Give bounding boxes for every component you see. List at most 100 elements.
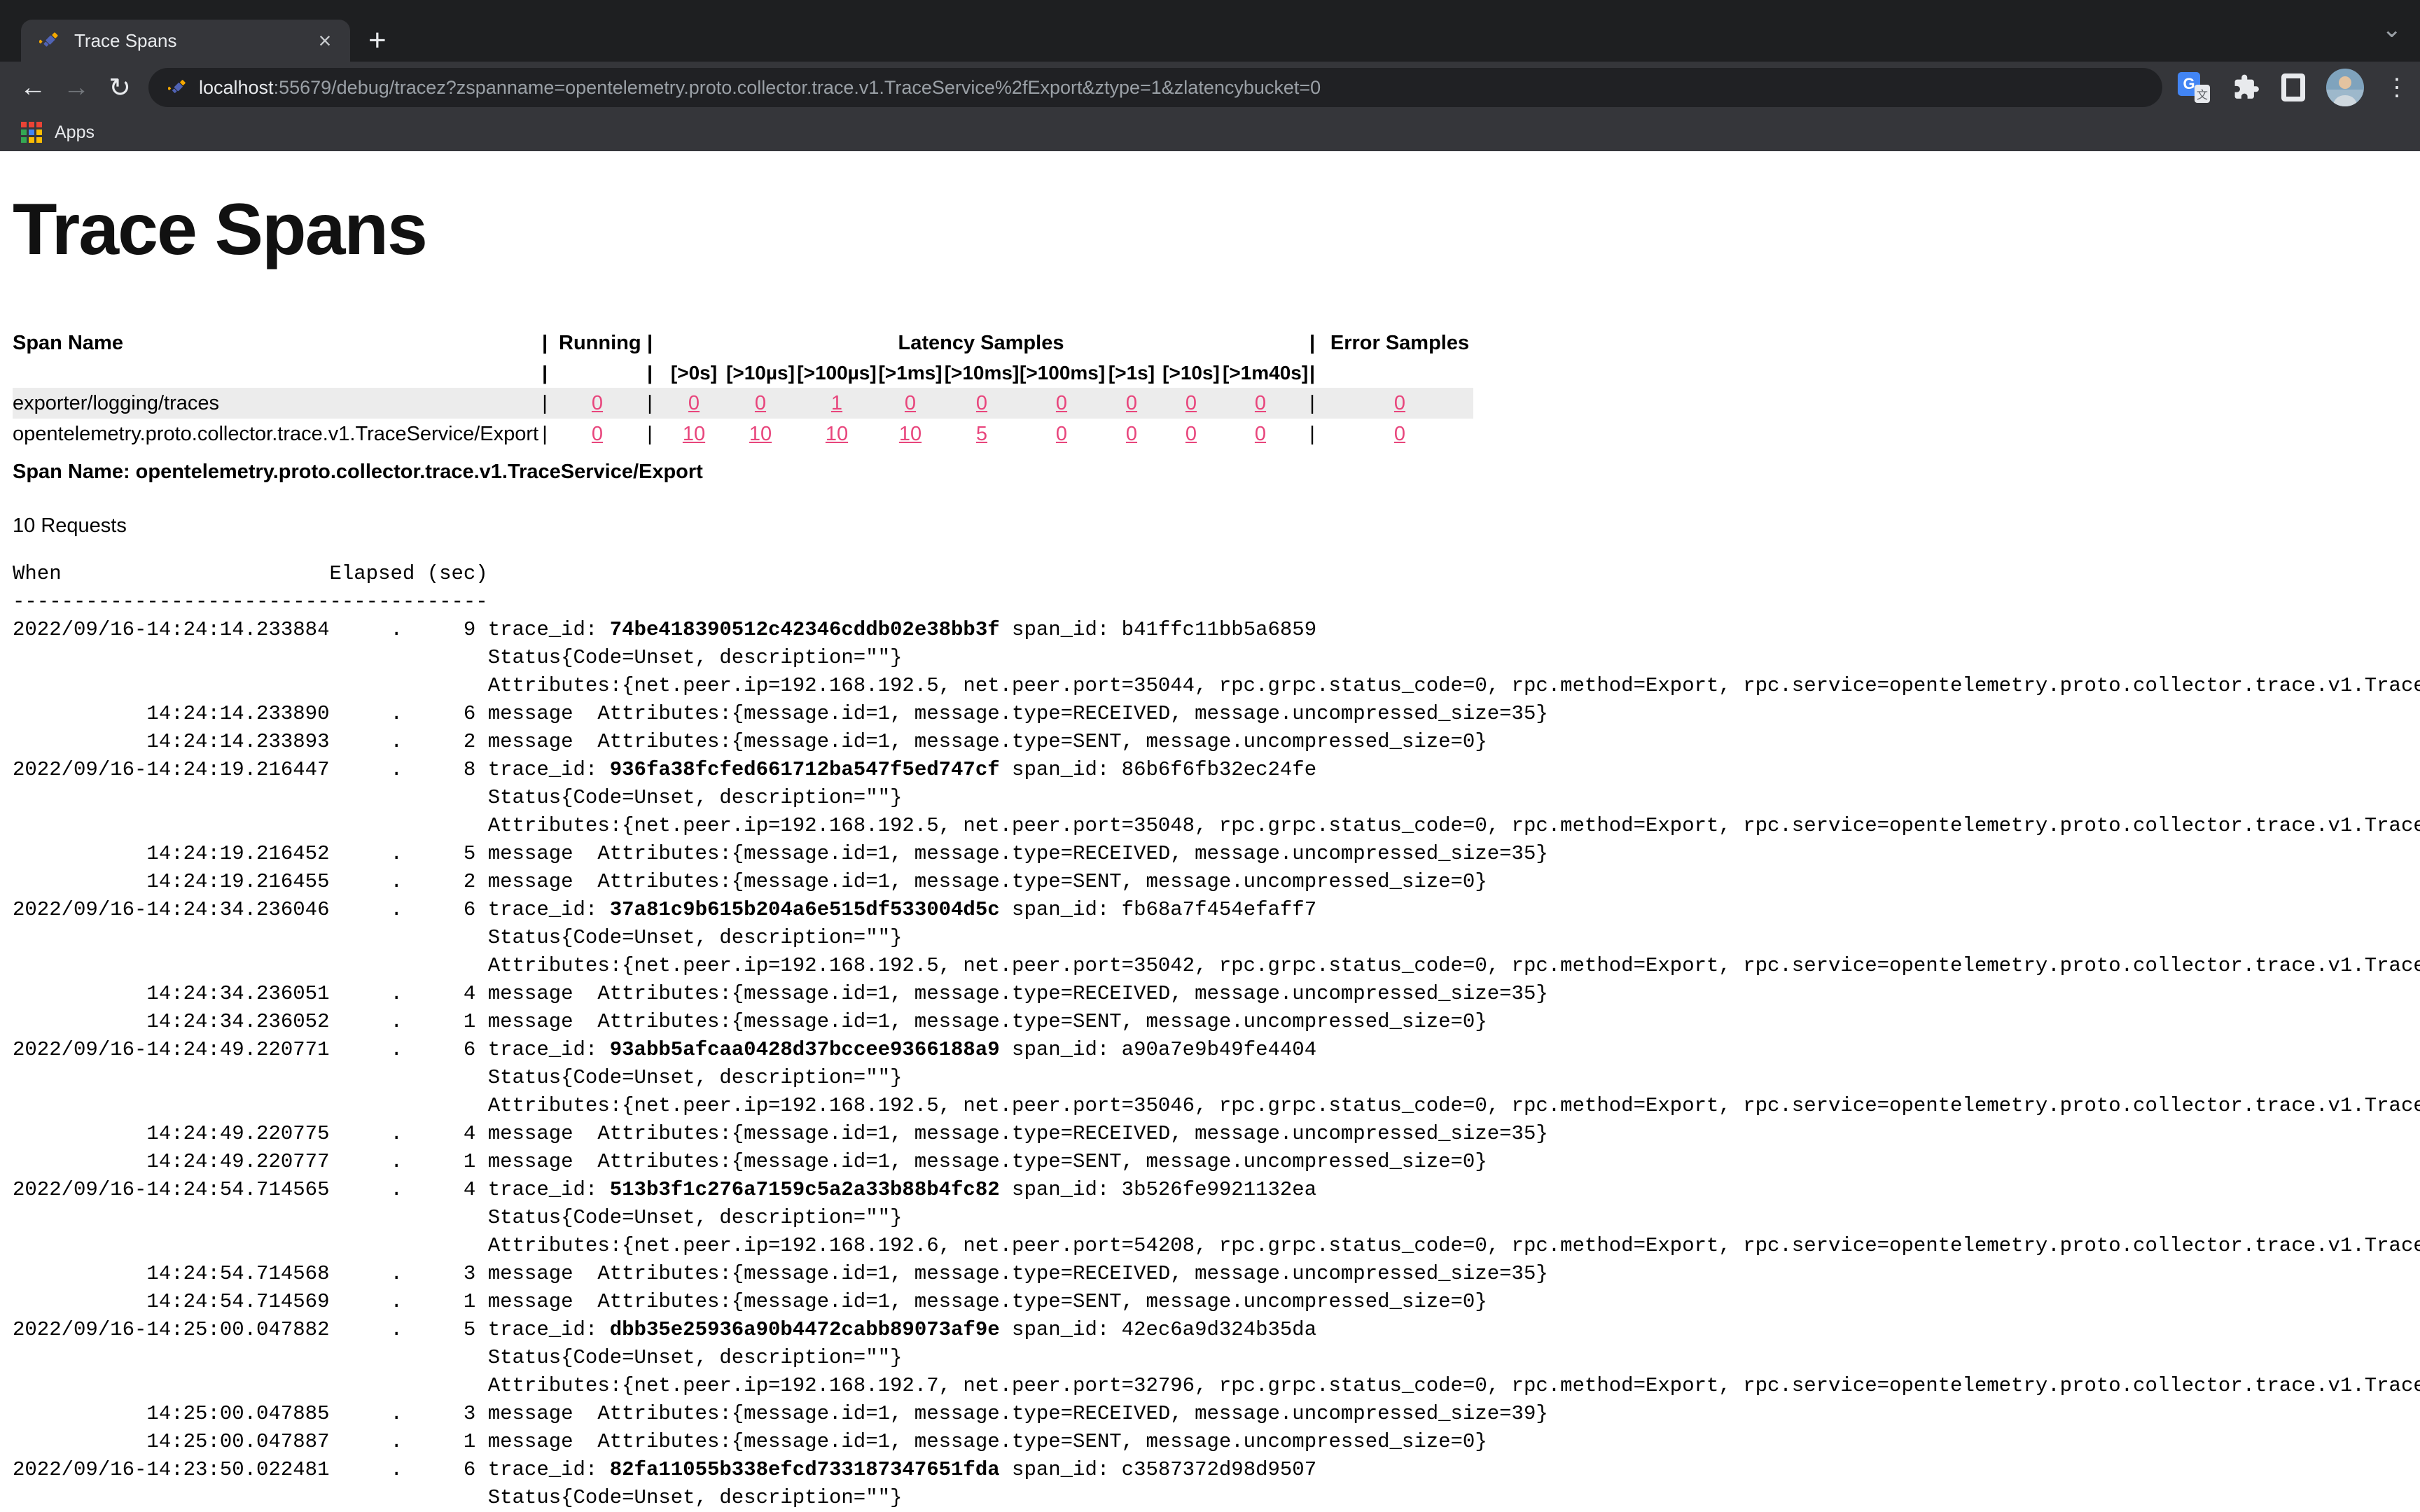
error-count-link[interactable]: 0: [1394, 392, 1405, 414]
listing-line: Attributes:{net.peer.ip=192.168.192.7, n…: [13, 1372, 2420, 1400]
listing-line: 2022/09/16-14:24:34.236046 . 6 trace_id:…: [13, 896, 2420, 924]
trace-id-value: 513b3f1c276a7159c5a2a33b88b4fc82: [610, 1178, 1000, 1201]
latency-count-link[interactable]: 0: [1056, 423, 1067, 445]
separator: |: [636, 388, 664, 419]
listing-line: ---------------------------------------: [13, 588, 2420, 616]
latency-bucket-row: | | [>0s] [>10µs] [>100µs] [>1ms] [>10ms…: [13, 358, 1473, 388]
opentelemetry-icon: [39, 30, 60, 51]
request-count: 10 Requests: [13, 514, 2420, 538]
latency-count-link[interactable]: 10: [826, 423, 848, 445]
listing-line: 14:24:19.216452 . 5 message Attributes:{…: [13, 840, 2420, 868]
listing-line: 14:24:34.236052 . 1 message Attributes:{…: [13, 1008, 2420, 1036]
latency-count-link[interactable]: 0: [1185, 423, 1197, 445]
latency-count-link[interactable]: 10: [749, 423, 772, 445]
tracez-page: Trace Spans Span Name | Running | Latenc…: [0, 190, 2420, 1512]
table-header-row: Span Name | Running | Latency Samples | …: [13, 328, 1473, 358]
bucket-label: [>10ms]: [944, 358, 1020, 388]
separator: |: [1298, 388, 1326, 419]
tab-title: Trace Spans: [74, 30, 312, 52]
bucket-label: [>100ms]: [1020, 358, 1104, 388]
side-panel-icon[interactable]: [2281, 74, 2305, 102]
listing-line: 2022/09/16-14:25:00.047882 . 5 trace_id:…: [13, 1316, 2420, 1344]
browser-menu-icon[interactable]: ⋮: [2385, 74, 2409, 102]
separator: |: [531, 328, 559, 358]
bucket-label: [>1ms]: [877, 358, 944, 388]
separator: |: [1298, 419, 1326, 449]
back-button[interactable]: ←: [11, 73, 55, 103]
bucket-label: [>100µs]: [797, 358, 877, 388]
span-name-cell: exporter/logging/traces: [13, 388, 531, 419]
col-span-name: Span Name: [13, 328, 531, 358]
reload-button[interactable]: ↻: [98, 72, 141, 104]
listing-line: Attributes:{net.peer.ip=192.168.192.5, n…: [13, 812, 2420, 840]
listing-line: 14:24:49.220775 . 4 message Attributes:{…: [13, 1120, 2420, 1148]
extensions-puzzle-icon[interactable]: [2231, 73, 2260, 102]
latency-count-link[interactable]: 1: [831, 392, 842, 414]
listing-line: 14:24:34.236051 . 4 message Attributes:{…: [13, 980, 2420, 1008]
latency-count-link[interactable]: 5: [976, 423, 987, 445]
bucket-label: [>1s]: [1104, 358, 1160, 388]
translate-button[interactable]: G 文: [2178, 72, 2210, 103]
browser-toolbar: ← → ↻ localhost:55679/debug/tracez?zspan…: [0, 62, 2420, 113]
latency-count-link[interactable]: 0: [1185, 392, 1197, 414]
bookmarks-bar: Apps: [0, 113, 2420, 151]
separator: |: [531, 358, 559, 388]
latency-count-link[interactable]: 0: [688, 392, 700, 414]
trace-id-value: 936fa38fcfed661712ba547f5ed747cf: [610, 758, 1000, 781]
col-latency-samples: Latency Samples: [664, 328, 1298, 358]
latency-count-link[interactable]: 0: [1126, 423, 1137, 445]
translate-zh-icon: 文: [2195, 85, 2210, 103]
listing-line: Status{Code=Unset, description=""}: [13, 1064, 2420, 1092]
close-tab-icon[interactable]: ×: [312, 29, 338, 52]
new-tab-button[interactable]: +: [368, 25, 387, 56]
listing-line: Attributes:{net.peer.ip=192.168.192.5, n…: [13, 1092, 2420, 1120]
bucket-label: [>10s]: [1160, 358, 1223, 388]
listing-line: 14:24:54.714568 . 3 message Attributes:{…: [13, 1260, 2420, 1288]
listing-line: 14:24:14.233893 . 2 message Attributes:{…: [13, 728, 2420, 756]
latency-count-link[interactable]: 0: [976, 392, 987, 414]
forward-button[interactable]: →: [55, 73, 98, 103]
latency-count-link[interactable]: 0: [905, 392, 916, 414]
bucket-label: [>0s]: [664, 358, 724, 388]
url-host: localhost: [199, 77, 274, 98]
request-listing: When Elapsed (sec)----------------------…: [13, 560, 2420, 1512]
toolbar-actions: G 文 ⋮: [2178, 69, 2409, 106]
profile-avatar[interactable]: [2326, 69, 2364, 106]
browser-chrome: Trace Spans × + ⌄ ← → ↻ localhost:55679/…: [0, 0, 2420, 151]
col-error-samples: Error Samples: [1326, 328, 1473, 358]
listing-line: Attributes:{net.peer.ip=192.168.192.5, n…: [13, 952, 2420, 980]
latency-count-link[interactable]: 0: [1255, 423, 1266, 445]
running-count-link[interactable]: 0: [592, 392, 603, 414]
tab-strip: Trace Spans × + ⌄: [0, 0, 2420, 62]
latency-count-link[interactable]: 0: [755, 392, 766, 414]
tab-search-chevron-icon[interactable]: ⌄: [2382, 15, 2402, 43]
url-bar[interactable]: localhost:55679/debug/tracez?zspanname=o…: [148, 68, 2162, 107]
bucket-label: [>10µs]: [724, 358, 797, 388]
listing-line: 2022/09/16-14:24:49.220771 . 6 trace_id:…: [13, 1036, 2420, 1064]
listing-line: Status{Code=Unset, description=""}: [13, 1484, 2420, 1512]
trace-id-value: dbb35e25936a90b4472cabb89073af9e: [610, 1318, 1000, 1341]
latency-count-link[interactable]: 10: [683, 423, 705, 445]
col-running: Running: [559, 328, 636, 358]
latency-count-link[interactable]: 10: [899, 423, 922, 445]
avatar-photo: [2326, 69, 2364, 106]
trace-id-value: 82fa11055b338efcd733187347651fda: [610, 1458, 1000, 1481]
error-count-link[interactable]: 0: [1394, 423, 1405, 445]
separator: |: [636, 358, 664, 388]
listing-line: When Elapsed (sec): [13, 560, 2420, 588]
running-count-link[interactable]: 0: [592, 423, 603, 445]
listing-line: Status{Code=Unset, description=""}: [13, 644, 2420, 672]
listing-line: Attributes:{net.peer.ip=192.168.192.6, n…: [13, 1232, 2420, 1260]
listing-line: 14:24:49.220777 . 1 message Attributes:{…: [13, 1148, 2420, 1176]
url-path: :55679/debug/tracez?zspanname=openteleme…: [274, 77, 1321, 98]
latency-count-link[interactable]: 0: [1255, 392, 1266, 414]
trace-id-value: 37a81c9b615b204a6e515df533004d5c: [610, 898, 1000, 921]
listing-line: Attributes:{net.peer.ip=192.168.192.5, n…: [13, 672, 2420, 700]
latency-count-link[interactable]: 0: [1056, 392, 1067, 414]
bookmark-apps[interactable]: Apps: [21, 122, 95, 143]
tab-trace-spans[interactable]: Trace Spans ×: [21, 20, 350, 62]
url-text: localhost:55679/debug/tracez?zspanname=o…: [199, 77, 1321, 99]
listing-line: Status{Code=Unset, description=""}: [13, 784, 2420, 812]
listing-line: 14:25:00.047887 . 1 message Attributes:{…: [13, 1428, 2420, 1456]
latency-count-link[interactable]: 0: [1126, 392, 1137, 414]
